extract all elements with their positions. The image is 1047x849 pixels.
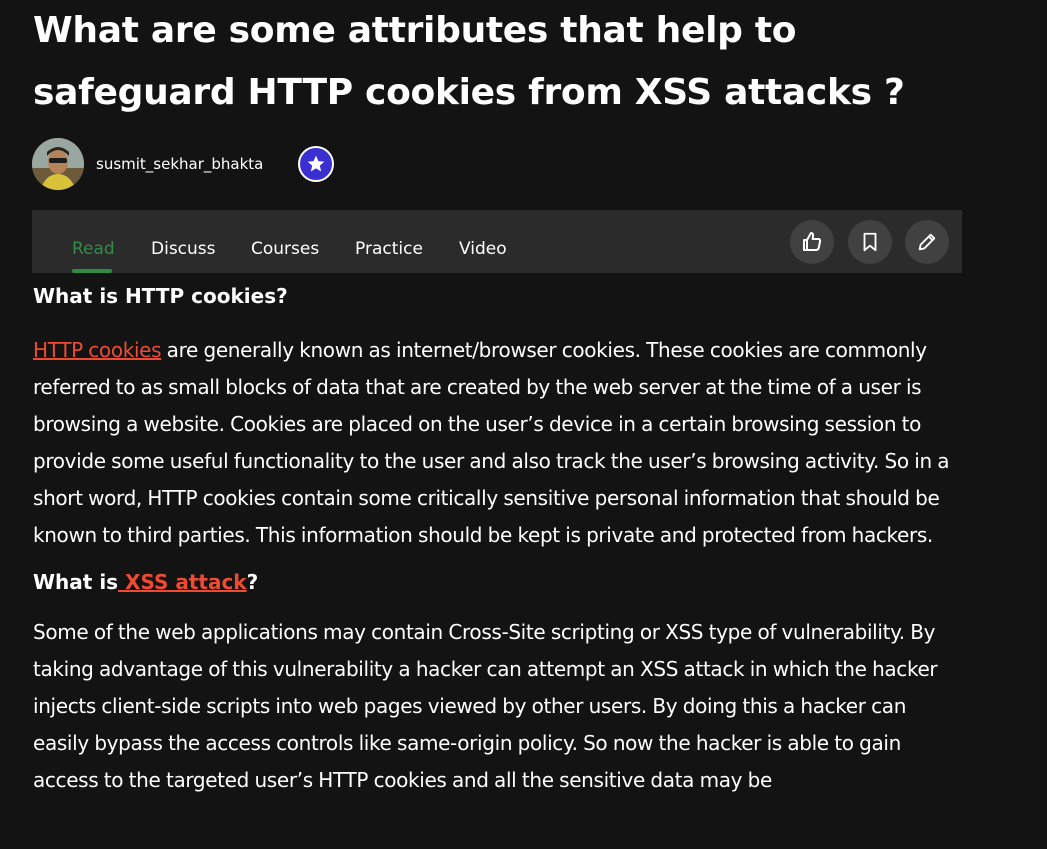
section-heading-xss: What is XSS attack? xyxy=(33,568,963,596)
author-info: susmit_sekhar_bhakta xyxy=(32,138,335,190)
article-page: What are some attributes that help to sa… xyxy=(0,0,1047,849)
paragraph-http-cookies: HTTP cookies are generally known as inte… xyxy=(33,332,963,554)
article-title: What are some attributes that help to sa… xyxy=(33,10,905,113)
bookmark-icon xyxy=(863,232,877,252)
bookmark-button[interactable] xyxy=(848,220,892,264)
tab-discuss[interactable]: Discuss xyxy=(151,238,216,260)
tab-video[interactable]: Video xyxy=(459,238,507,260)
section-heading-http-cookies: What is HTTP cookies? xyxy=(33,284,288,308)
like-button[interactable] xyxy=(790,220,834,264)
star-icon xyxy=(298,146,335,182)
heading-text: What is xyxy=(33,570,119,594)
active-tab-indicator xyxy=(72,269,112,273)
avatar[interactable] xyxy=(32,138,84,190)
article-body: What is HTTP cookies? HTTP cookies are g… xyxy=(33,282,963,799)
paragraph-xss: Some of the web applications may contain… xyxy=(33,620,938,792)
heading-suffix: ? xyxy=(246,570,259,594)
pencil-icon xyxy=(918,233,936,251)
tab-read[interactable]: Read xyxy=(72,238,115,260)
paragraph-text: are generally known as internet/browser … xyxy=(33,338,950,547)
article-tab-bar: Read Discuss Courses Practice Video xyxy=(32,210,962,273)
http-cookies-link[interactable]: HTTP cookies xyxy=(33,338,162,362)
edit-button[interactable] xyxy=(905,220,949,264)
thumbs-up-icon xyxy=(803,232,822,251)
tab-courses[interactable]: Courses xyxy=(251,238,319,260)
tab-practice[interactable]: Practice xyxy=(355,238,423,260)
xss-attack-link[interactable]: XSS attack xyxy=(118,570,247,594)
author-name[interactable]: susmit_sekhar_bhakta xyxy=(96,155,263,173)
